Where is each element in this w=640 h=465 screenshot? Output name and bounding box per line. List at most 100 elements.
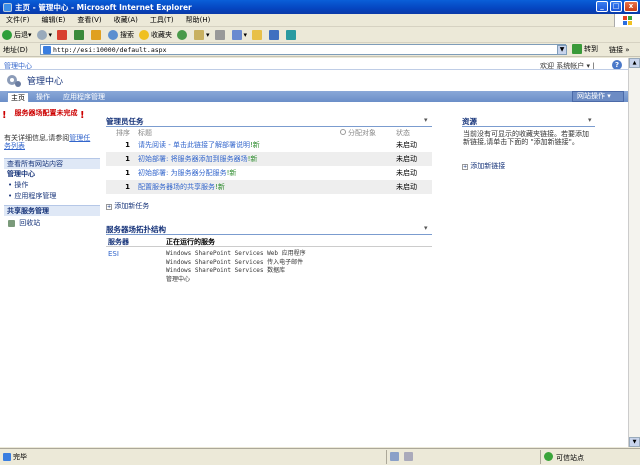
vertical-scrollbar[interactable]: ▲ ▼: [628, 58, 640, 447]
messenger-button[interactable]: [286, 29, 298, 40]
server-link[interactable]: ESI: [108, 250, 119, 258]
go-arrow-icon: [572, 44, 582, 54]
status-bar: 完毕 可信站点: [0, 448, 640, 465]
title-bar: 主页 - 管理中心 - Microsoft Internet Explorer …: [0, 0, 640, 14]
task-link[interactable]: 请先阅读 - 单击此链接了解部署说明: [138, 141, 250, 149]
add-icon: +: [462, 164, 468, 170]
view-all-content-link[interactable]: 查看所有网站内容: [4, 158, 100, 169]
admin-tasks-table: 排序 标题 分配对象 状态 1 请先阅读 - 单击此链接了解部署说明!新 未启动…: [106, 127, 432, 194]
menu-view[interactable]: 查看(V): [77, 15, 101, 25]
folder-button[interactable]: [252, 29, 264, 40]
person-icon: [340, 128, 346, 135]
nav-item-operations[interactable]: • 操作: [4, 180, 100, 191]
warning-icon-right: !: [80, 110, 85, 121]
privacy-icon: [404, 452, 413, 461]
stop-icon: [57, 29, 68, 40]
new-badge: !新: [247, 155, 258, 163]
research-button[interactable]: [269, 29, 281, 40]
menu-favorites[interactable]: 收藏(A): [114, 15, 138, 25]
mail-button[interactable]: ▾: [194, 29, 210, 40]
search-button[interactable]: 搜索: [108, 29, 134, 40]
security-zone-text: 可信站点: [556, 454, 584, 462]
add-icon: +: [106, 204, 112, 210]
menu-tools[interactable]: 工具(T): [150, 15, 174, 25]
nav-group-central-admin[interactable]: 管理中心: [4, 169, 100, 180]
site-actions-button[interactable]: 网站操作 ▾: [572, 91, 624, 102]
task-link[interactable]: 配置服务器场的共享服务: [138, 183, 215, 191]
table-row: 1 请先阅读 - 单击此链接了解部署说明!新 未启动: [125, 141, 417, 149]
address-label: 地址(D): [3, 45, 28, 54]
print-button[interactable]: [214, 29, 227, 40]
home-icon: [91, 29, 102, 40]
refresh-button[interactable]: [74, 29, 86, 40]
ie-icon: [3, 2, 12, 12]
resources-menu-icon[interactable]: ▾: [588, 116, 592, 124]
menu-bar: 文件(F) 编辑(E) 查看(V) 收藏(A) 工具(T) 帮助(H): [0, 14, 640, 27]
resources-text: 当前没有可显示的收藏夹链接。若要添加新链接,请单击下面的 "添加新链接"。: [463, 130, 589, 146]
menu-edit[interactable]: 编辑(E): [42, 15, 66, 25]
windows-logo-icon: [614, 14, 640, 27]
table-row: 1 初始部署: 为服务器分配服务!新 未启动: [125, 169, 417, 177]
add-new-task-link[interactable]: + 添加新任务: [106, 201, 149, 211]
sync-icon: [390, 452, 399, 461]
address-url: http://esi:10000/default.aspx: [53, 45, 167, 54]
print-icon: [214, 29, 225, 40]
maximize-button[interactable]: □: [610, 1, 622, 12]
forward-arrow-icon: [36, 29, 47, 40]
table-row: 1 配置服务器场的共享服务!新 未启动: [106, 180, 432, 194]
folder-icon: [252, 29, 263, 40]
menu-file[interactable]: 文件(F): [6, 15, 30, 25]
minimize-button[interactable]: _: [596, 1, 608, 12]
add-new-link[interactable]: + 添加新链接: [462, 161, 505, 171]
page-icon: [43, 45, 51, 54]
task-link[interactable]: 初始部署: 将服务器添加到服务器场: [138, 155, 248, 163]
gear-people-icon: [5, 73, 23, 89]
service-item: 管理中心: [166, 275, 191, 283]
new-badge: !新: [226, 169, 237, 177]
home-button[interactable]: [91, 29, 103, 40]
mail-icon: [194, 29, 205, 40]
stop-button[interactable]: [57, 29, 69, 40]
address-dropdown-button[interactable]: ▼: [557, 45, 567, 55]
history-icon: [177, 29, 188, 40]
task-link[interactable]: 初始部署: 为服务器分配服务: [138, 169, 227, 177]
services-list: Windows SharePoint Services Web 应用程序 Win…: [166, 250, 306, 284]
go-button[interactable]: 转到: [572, 44, 598, 54]
page-content: [0, 58, 628, 447]
edit-icon: [231, 29, 242, 40]
edit-button[interactable]: ▾: [231, 29, 247, 40]
warning-text: 有关详细信息,请参阅管理任务列表: [4, 134, 91, 150]
tab-home[interactable]: 主页: [7, 92, 29, 102]
nav-group-shared-services[interactable]: 共享服务管理: [4, 205, 100, 216]
refresh-icon: [74, 29, 85, 40]
address-input[interactable]: http://esi:10000/default.aspx: [40, 44, 566, 55]
toolbar: 后退 ▾ ▾ 搜索 收藏夹 ▾ ▾: [0, 27, 640, 43]
service-item: Windows SharePoint Services 传入电子邮件: [166, 258, 304, 266]
favorites-button[interactable]: 收藏夹: [139, 29, 172, 40]
topology-menu-icon[interactable]: ▾: [424, 224, 428, 232]
scroll-up-button[interactable]: ▲: [629, 58, 640, 68]
menu-help[interactable]: 帮助(H): [186, 15, 211, 25]
links-button[interactable]: 链接 »: [609, 45, 630, 55]
nav-item-recycle-bin[interactable]: 回收站: [4, 218, 100, 229]
admin-tasks-menu-icon[interactable]: ▾: [424, 116, 428, 124]
site-title: 管理中心: [27, 77, 64, 87]
page-done-icon: [3, 453, 11, 461]
warning-title: 服务器场配置未完成: [14, 109, 78, 117]
nav-item-app-management[interactable]: • 应用程序管理: [4, 191, 100, 202]
left-navigation: 查看所有网站内容 管理中心 • 操作 • 应用程序管理 共享服务管理 回收站: [4, 158, 100, 229]
forward-button[interactable]: ▾: [36, 29, 52, 40]
history-button[interactable]: [177, 29, 189, 40]
tab-application-management[interactable]: 应用程序管理: [60, 92, 108, 102]
service-item: Windows SharePoint Services Web 应用程序: [166, 250, 306, 257]
trusted-sites-icon: [544, 452, 553, 461]
table-row: 1 初始部署: 将服务器添加到服务器场!新 未启动: [106, 152, 432, 166]
window-title: 主页 - 管理中心 - Microsoft Internet Explorer: [15, 2, 192, 12]
search-icon: [108, 29, 119, 40]
back-button[interactable]: 后退 ▾: [2, 29, 32, 40]
star-icon: [139, 29, 150, 40]
new-badge: !新: [249, 141, 260, 149]
scroll-down-button[interactable]: ▼: [629, 437, 640, 447]
tab-operations[interactable]: 操作: [33, 92, 53, 102]
close-button[interactable]: x: [624, 1, 638, 12]
